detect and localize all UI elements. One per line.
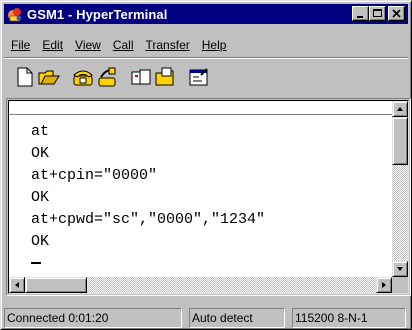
menu-call-label: Call [112, 38, 134, 52]
menu-view-label: View [75, 38, 101, 52]
menu-help-label: Help [201, 38, 227, 52]
terminal-panel[interactable]: at OK at+cpin="0000" OK at+cpwd="sc","0000",… [8, 100, 409, 294]
send-icon [131, 69, 151, 85]
menu-view[interactable]: View [69, 36, 107, 54]
receive-icon [155, 67, 174, 86]
toolbar-separator [4, 57, 408, 59]
status-settings: 115200 8-N-1 [292, 308, 406, 328]
hyperterminal-app-icon[interactable] [6, 5, 24, 23]
menu-help[interactable]: Help [196, 36, 233, 54]
open-icon [38, 70, 60, 85]
new-icon [17, 67, 33, 87]
close-button[interactable] [388, 6, 405, 21]
receive-button[interactable] [153, 65, 177, 89]
menu-file-label: File [11, 38, 31, 52]
menu-transfer-label: Transfer [145, 38, 190, 52]
maximize-icon [373, 9, 382, 17]
menu-bar: File Edit View Call Transfer Help [5, 36, 232, 54]
status-connection: Connected 0:01:20 [4, 308, 182, 328]
menu-edit-label: Edit [42, 38, 64, 52]
horizontal-scroll-thumb[interactable] [25, 277, 87, 293]
scroll-right-button[interactable] [376, 277, 392, 293]
terminal-output[interactable]: at OK at+cpin="0000" OK at+cpwd="sc","0000",… [31, 121, 391, 275]
terminal-line: OK [31, 189, 50, 206]
menu-edit[interactable]: Edit [36, 36, 69, 54]
send-button[interactable] [129, 65, 153, 89]
menu-transfer[interactable]: Transfer [140, 36, 196, 54]
open-button[interactable] [37, 65, 61, 89]
terminal-line: OK [31, 145, 50, 162]
status-bar: Connected 0:01:20 Auto detect 115200 8-N… [4, 308, 408, 328]
new-connection-button[interactable] [13, 65, 37, 89]
connect-icon [73, 70, 93, 86]
terminal-frame: at OK at+cpin="0000" OK at+cpwd="sc","0000",… [6, 98, 411, 296]
disconnect-icon [98, 67, 116, 87]
minimize-icon [357, 16, 363, 18]
terminal-line: at [31, 123, 50, 140]
minimize-button[interactable] [352, 6, 369, 21]
arrow-left-icon [15, 282, 19, 288]
arrow-up-icon [397, 107, 403, 111]
properties-icon [189, 68, 208, 86]
window-title: GSM1 - HyperTerminal [27, 6, 168, 22]
connect-button[interactable] [71, 65, 95, 89]
scroll-down-button[interactable] [392, 261, 408, 277]
terminal-line: OK [31, 233, 50, 250]
scroll-left-button[interactable] [9, 277, 25, 293]
properties-button[interactable] [187, 65, 211, 89]
scroll-corner [392, 277, 408, 293]
window-controls [352, 6, 405, 21]
title-bar[interactable]: GSM1 - HyperTerminal [4, 4, 408, 24]
terminal-top-border [9, 101, 392, 115]
hyperterminal-window: GSM1 - HyperTerminal File Edit View Call… [0, 0, 412, 330]
terminal-line: at+cpwd="sc","0000","1234" [31, 211, 266, 228]
terminal-line: at+cpin="0000" [31, 167, 158, 184]
disconnect-button[interactable] [95, 65, 119, 89]
status-detect: Auto detect [189, 308, 285, 328]
vertical-scrollbar[interactable] [392, 101, 408, 277]
text-cursor [31, 262, 41, 265]
toolbar [13, 65, 211, 89]
arrow-right-icon [382, 282, 386, 288]
arrow-down-icon [397, 267, 403, 271]
scroll-up-button[interactable] [392, 101, 408, 117]
maximize-button[interactable] [369, 6, 386, 21]
horizontal-scrollbar[interactable] [9, 277, 392, 293]
menu-file[interactable]: File [5, 36, 36, 54]
terminal-cursor-line [31, 253, 391, 275]
menu-call[interactable]: Call [107, 36, 140, 54]
vertical-scroll-thumb[interactable] [392, 117, 408, 165]
close-icon [392, 9, 401, 18]
